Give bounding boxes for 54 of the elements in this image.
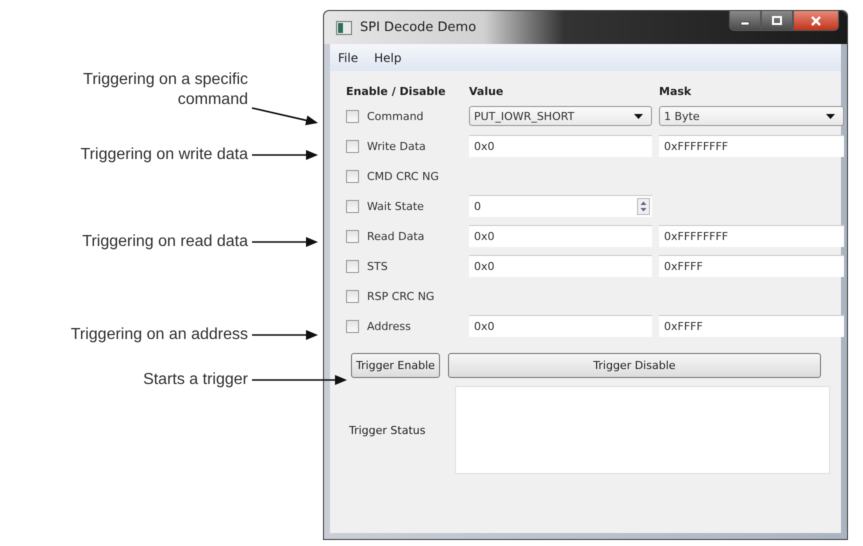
spin-field[interactable]: 0 <box>469 195 652 217</box>
value-dropdown[interactable]: PUT_IOWR_SHORT <box>469 106 652 126</box>
checkbox-label: STS <box>367 260 388 272</box>
spin-arrows-icon[interactable] <box>637 198 650 215</box>
trigger-disable-button[interactable]: Trigger Disable <box>448 353 821 378</box>
arrow <box>252 237 318 247</box>
window-title: SPI Decode Demo <box>360 20 476 35</box>
menu-item[interactable]: Help <box>374 50 402 64</box>
arrow <box>252 107 318 126</box>
menu-item[interactable]: File <box>338 50 358 64</box>
caret-icon <box>826 114 835 118</box>
arrow <box>252 150 318 160</box>
mask-field[interactable]: 0xFFFF <box>659 255 844 277</box>
callout-text: Triggering on write data <box>80 145 248 165</box>
close-button[interactable] <box>793 11 839 31</box>
checkbox-label: Read Data <box>367 230 424 242</box>
value-field[interactable]: 0x0 <box>469 225 652 247</box>
checkbox[interactable] <box>346 260 359 272</box>
checkbox-label: RSP CRC NG <box>367 290 434 302</box>
checkbox[interactable] <box>346 110 359 122</box>
checkbox[interactable] <box>346 320 359 332</box>
callout-text: Starts a trigger <box>142 370 248 390</box>
app-icon <box>336 20 352 34</box>
close-icon <box>810 16 822 26</box>
status-label: Trigger Status <box>349 424 426 436</box>
checkbox[interactable] <box>346 230 359 242</box>
caret-icon <box>634 114 643 118</box>
column-header: Enable / Disable <box>346 84 447 98</box>
callout-text: Triggering on read data <box>81 232 248 252</box>
checkbox-label: Address <box>367 320 411 332</box>
callout-text: Triggering on an address <box>70 325 248 345</box>
value-field[interactable]: 0x0 <box>469 315 652 337</box>
checkbox[interactable] <box>346 200 359 212</box>
mask-field[interactable]: 0xFFFFFFFF <box>659 135 844 157</box>
checkbox-label: Wait State <box>367 200 424 212</box>
value-field[interactable]: 0x0 <box>469 255 652 277</box>
trigger-enable-button[interactable]: Trigger Enable <box>351 353 440 378</box>
maximize-button[interactable] <box>761 11 793 31</box>
mask-dropdown[interactable]: 1 Byte <box>659 106 844 126</box>
checkbox-label: Write Data <box>367 140 426 152</box>
maximize-icon <box>771 16 783 26</box>
mask-field[interactable]: 0xFFFF <box>659 315 844 337</box>
callout-text: Triggering on a specific command <box>82 70 248 110</box>
checkbox[interactable] <box>346 140 359 152</box>
minimize-button[interactable] <box>729 11 761 31</box>
column-header: Mask <box>659 84 692 98</box>
checkbox-label: CMD CRC NG <box>367 170 439 182</box>
checkbox[interactable] <box>346 170 359 182</box>
checkbox-label: Command <box>367 110 424 122</box>
column-header: Value <box>469 84 504 98</box>
arrow <box>252 330 318 340</box>
mask-field[interactable]: 0xFFFFFFFF <box>659 225 844 247</box>
checkbox[interactable] <box>346 290 359 302</box>
value-field[interactable]: 0x0 <box>469 135 652 157</box>
